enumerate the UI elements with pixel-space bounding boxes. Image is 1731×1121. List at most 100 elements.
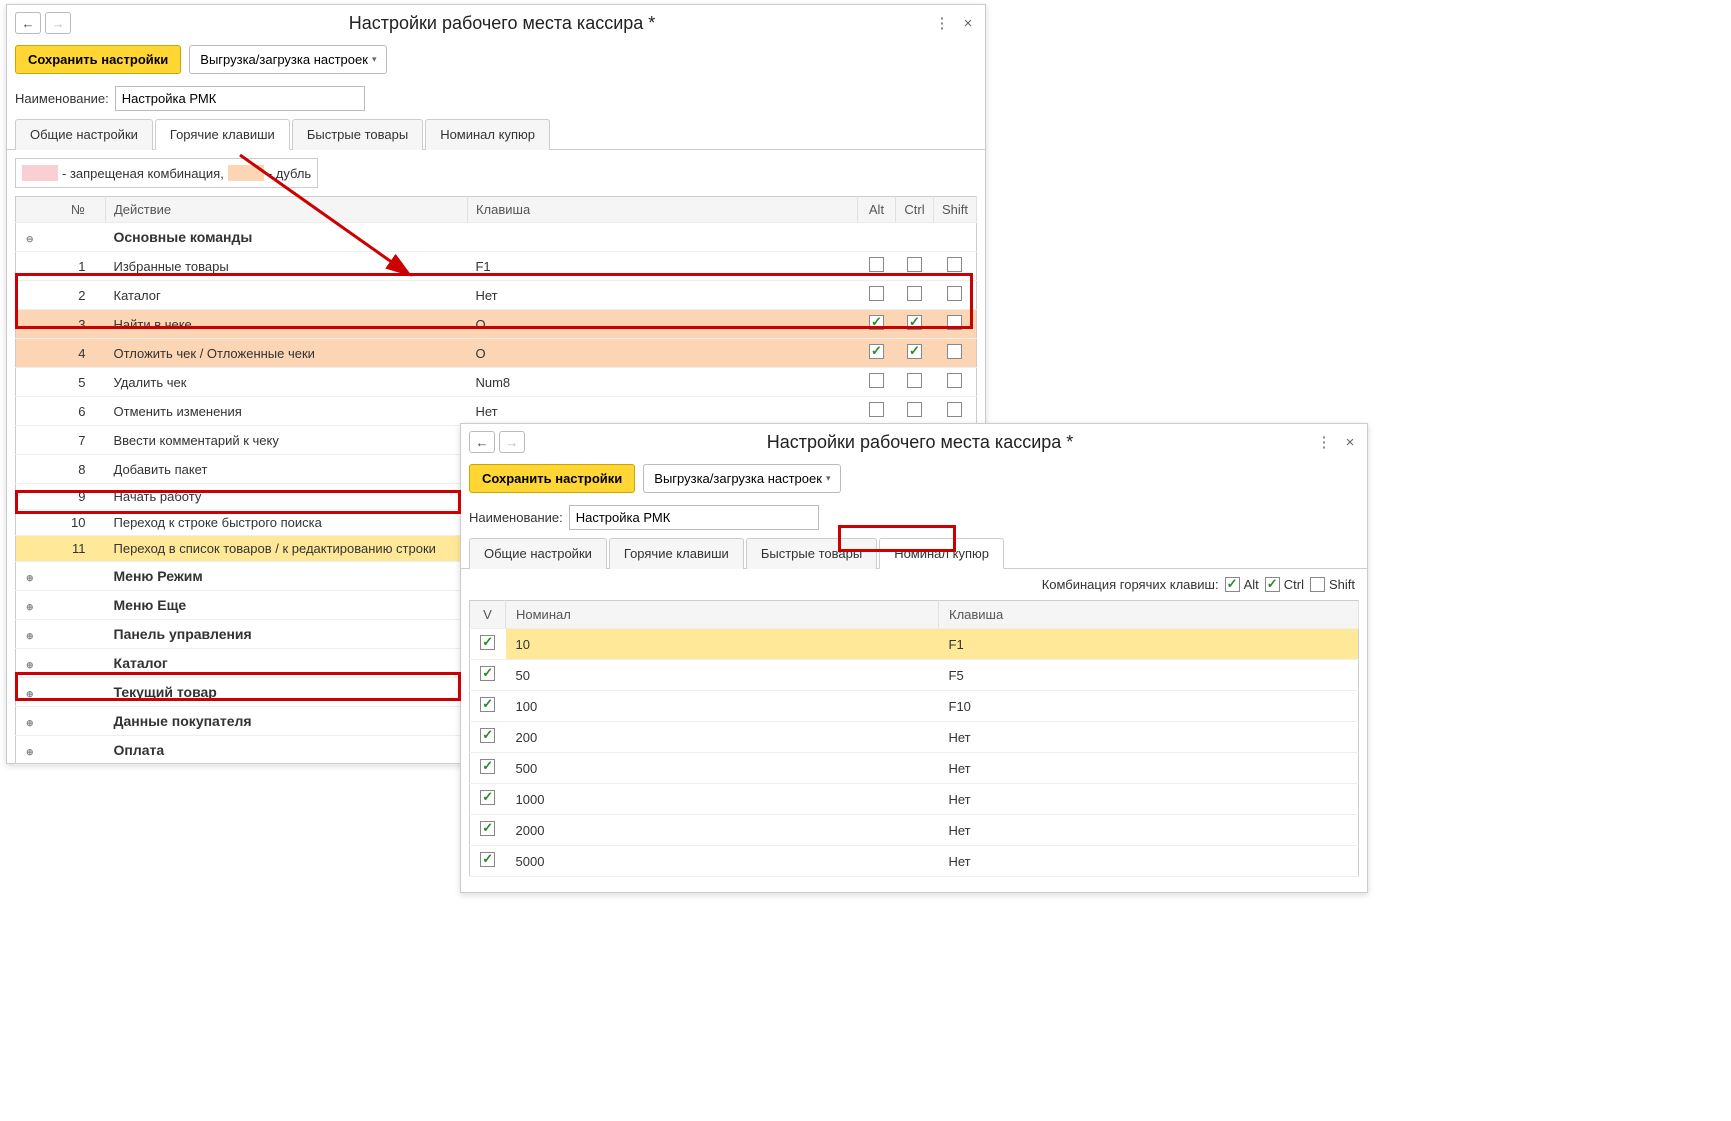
cell-key: F1 — [467, 252, 857, 281]
checkbox-icon[interactable] — [907, 344, 922, 359]
tab-banknotes[interactable]: Номинал купюр — [425, 119, 550, 150]
kebab-icon[interactable]: ⋮ — [1315, 433, 1333, 451]
table-row[interactable]: 200Нет — [470, 722, 1359, 753]
combo-alt[interactable]: Alt — [1225, 577, 1259, 592]
checkbox-icon[interactable] — [869, 286, 884, 301]
table-row[interactable]: 10F1 — [470, 629, 1359, 660]
tab-banknotes[interactable]: Номинал купюр — [879, 538, 1004, 569]
tab-general[interactable]: Общие настройки — [15, 119, 153, 150]
table-row[interactable]: 3Найти в чекеO — [16, 310, 977, 339]
expand-icon[interactable]: ⊕ — [26, 631, 34, 641]
cell-nominal: 2000 — [506, 815, 939, 846]
checkbox-icon[interactable] — [947, 315, 962, 330]
cell-num: 6 — [16, 397, 106, 426]
nav-back-button[interactable]: ← — [15, 12, 41, 34]
checkbox-icon[interactable] — [480, 697, 495, 712]
table-row[interactable]: 1000Нет — [470, 784, 1359, 815]
checkbox-icon — [1310, 577, 1325, 592]
cell-key: F1 — [939, 629, 1359, 660]
table-row[interactable]: 6Отменить измененияНет — [16, 397, 977, 426]
kebab-icon[interactable]: ⋮ — [933, 14, 951, 32]
export-dropdown[interactable]: Выгрузка/загрузка настроек — [189, 45, 387, 74]
checkbox-icon[interactable] — [947, 373, 962, 388]
legend-swatch-forbidden — [22, 165, 58, 181]
save-button[interactable]: Сохранить настройки — [469, 464, 635, 493]
cell-action: Отменить изменения — [106, 397, 468, 426]
checkbox-icon[interactable] — [480, 666, 495, 681]
tabs: Общие настройки Горячие клавиши Быстрые … — [7, 119, 985, 150]
checkbox-icon[interactable] — [869, 373, 884, 388]
tab-hotkeys[interactable]: Горячие клавиши — [609, 538, 744, 569]
nav-forward-button[interactable]: → — [45, 12, 71, 34]
cell-nominal: 50 — [506, 660, 939, 691]
save-button[interactable]: Сохранить настройки — [15, 45, 181, 74]
cell-key: Нет — [467, 397, 857, 426]
expand-icon[interactable]: ⊕ — [26, 718, 34, 728]
checkbox-icon[interactable] — [947, 402, 962, 417]
checkbox-icon[interactable] — [480, 728, 495, 743]
tabs: Общие настройки Горячие клавиши Быстрые … — [461, 538, 1367, 569]
export-dropdown[interactable]: Выгрузка/загрузка настроек — [643, 464, 841, 493]
checkbox-icon[interactable] — [480, 790, 495, 805]
checkbox-icon[interactable] — [869, 257, 884, 272]
group-row[interactable]: ⊖Основные команды — [16, 223, 977, 252]
cell-v — [470, 629, 506, 660]
checkbox-icon[interactable] — [907, 257, 922, 272]
table-row[interactable]: 5Удалить чекNum8 — [16, 368, 977, 397]
checkbox-icon[interactable] — [480, 821, 495, 836]
checkbox-icon[interactable] — [907, 315, 922, 330]
tab-general[interactable]: Общие настройки — [469, 538, 607, 569]
table-row[interactable]: 50F5 — [470, 660, 1359, 691]
collapse-icon[interactable]: ⊖ — [26, 234, 34, 244]
expand-icon[interactable]: ⊕ — [26, 660, 34, 670]
banknotes-window: ← → Настройки рабочего места кассира * ⋮… — [460, 423, 1368, 893]
checkbox-icon[interactable] — [869, 402, 884, 417]
checkbox-icon[interactable] — [869, 344, 884, 359]
name-input[interactable] — [115, 86, 365, 111]
combo-ctrl[interactable]: Ctrl — [1265, 577, 1304, 592]
expand-icon[interactable]: ⊕ — [26, 747, 34, 757]
table-row[interactable]: 5000Нет — [470, 846, 1359, 877]
tab-quick-products[interactable]: Быстрые товары — [746, 538, 877, 569]
name-input[interactable] — [569, 505, 819, 530]
checkbox-icon[interactable] — [480, 759, 495, 774]
checkbox-icon[interactable] — [480, 635, 495, 650]
checkbox-icon[interactable] — [480, 852, 495, 867]
table-row[interactable]: 100F10 — [470, 691, 1359, 722]
table-row[interactable]: 4Отложить чек / Отложенные чекиO — [16, 339, 977, 368]
checkbox-icon[interactable] — [907, 286, 922, 301]
cell-key: F10 — [939, 691, 1359, 722]
tab-quick-products[interactable]: Быстрые товары — [292, 119, 423, 150]
table-row[interactable]: 500Нет — [470, 753, 1359, 784]
cell-nominal: 100 — [506, 691, 939, 722]
checkbox-icon[interactable] — [947, 344, 962, 359]
cell-action: Избранные товары — [106, 252, 468, 281]
expand-icon[interactable]: ⊕ — [26, 689, 34, 699]
nav-back-button[interactable]: ← — [469, 431, 495, 453]
nominal-table[interactable]: V Номинал Клавиша 10F150F5100F10200Нет50… — [469, 600, 1359, 877]
combo-shift[interactable]: Shift — [1310, 577, 1355, 592]
checkbox-icon — [1225, 577, 1240, 592]
cell-alt — [857, 310, 895, 339]
table-row[interactable]: 2000Нет — [470, 815, 1359, 846]
expand-icon[interactable]: ⊕ — [26, 573, 34, 583]
name-row: Наименование: — [461, 501, 1367, 538]
close-icon[interactable]: × — [1341, 433, 1359, 451]
col-key: Клавиша — [467, 197, 857, 223]
checkbox-icon[interactable] — [947, 286, 962, 301]
table-row[interactable]: 2КаталогНет — [16, 281, 977, 310]
cell-action: Найти в чеке — [106, 310, 468, 339]
checkbox-icon[interactable] — [907, 402, 922, 417]
close-icon[interactable]: × — [959, 14, 977, 32]
legend: - запрещеная комбинация, - дубль — [15, 158, 318, 188]
cell-ctrl — [895, 368, 933, 397]
col-key: Клавиша — [939, 601, 1359, 629]
table-row[interactable]: 1Избранные товарыF1 — [16, 252, 977, 281]
checkbox-icon[interactable] — [907, 373, 922, 388]
checkbox-icon[interactable] — [869, 315, 884, 330]
nav-forward-button[interactable]: → — [499, 431, 525, 453]
checkbox-icon[interactable] — [947, 257, 962, 272]
tab-hotkeys[interactable]: Горячие клавиши — [155, 119, 290, 150]
col-shift: Shift — [933, 197, 976, 223]
expand-icon[interactable]: ⊕ — [26, 602, 34, 612]
